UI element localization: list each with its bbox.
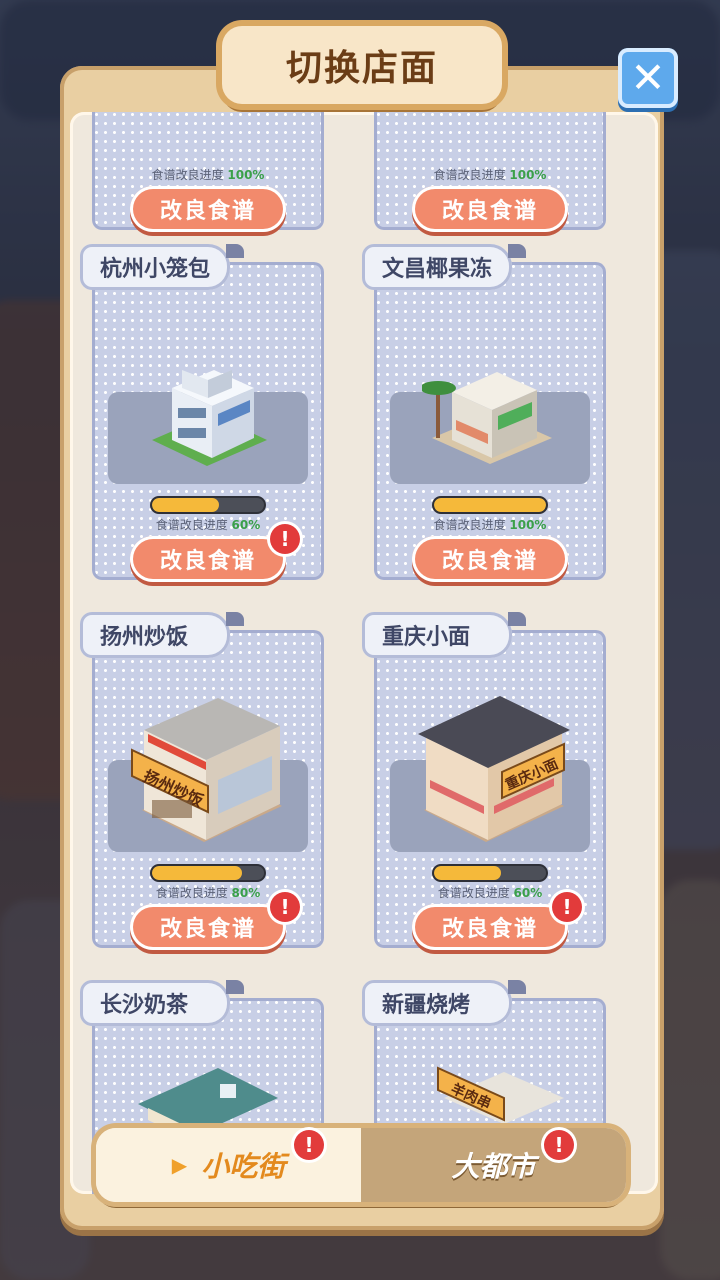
building-wenchang-image <box>422 372 552 464</box>
building-chongqing-image: 重庆小面 <box>418 696 570 842</box>
store-name: 文昌椰果冻 <box>362 244 527 290</box>
store-name: 重庆小面 <box>362 612 526 658</box>
dialog-title-plaque: 切换店面 <box>222 26 502 104</box>
progress-bar <box>434 866 546 880</box>
store-card: 食谱改良进度 100% 改良食谱 <box>92 112 324 232</box>
store-name: 杭州小笼包 <box>80 244 245 290</box>
store-card-chongqing[interactable]: 重庆小面 重庆小面 食谱改良进度 60% 改良食谱 ! <box>362 612 606 950</box>
store-card-wenchang[interactable]: 文昌椰果冻 食谱改良进度 100% 改良食谱 <box>362 244 606 582</box>
improve-recipe-button[interactable]: 改良食谱 <box>412 904 568 950</box>
store-card-yangzhou[interactable]: 扬州炒饭 扬州炒饭 食谱改良进度 80% 改良食谱 ! <box>80 612 324 950</box>
store-card-hangzhou[interactable]: 杭州小笼包 食谱改良进度 60% 改良食谱 ! <box>80 244 324 582</box>
store-name: 扬州炒饭 <box>80 612 244 658</box>
progress-bar <box>434 498 546 512</box>
alert-badge: ! <box>270 892 300 922</box>
store-name: 新疆烧烤 <box>362 980 526 1026</box>
play-arrow-icon: ▶ <box>171 1153 188 1177</box>
store-list[interactable]: 食谱改良进度 100% 改良食谱 食谱改良进度 100% 改良食谱 杭州小笼包 … <box>70 112 658 1194</box>
alert-badge: ! <box>294 1130 324 1160</box>
improve-recipe-button[interactable]: 改良食谱 <box>130 536 286 582</box>
progress-label: 食谱改良进度 100% <box>433 168 547 182</box>
progress-bar <box>152 498 264 512</box>
tab-metropolis[interactable]: 大都市 <box>361 1128 626 1202</box>
building-yangzhou-image: 扬州炒饭 <box>131 698 282 842</box>
improve-recipe-button[interactable]: 改良食谱 <box>130 186 286 232</box>
tab-label: 大都市 <box>451 1150 536 1183</box>
close-button[interactable]: ✕ <box>618 48 678 108</box>
improve-recipe-button[interactable]: 改良食谱 <box>412 536 568 582</box>
progress-label: 食谱改良进度 100% <box>433 518 547 532</box>
improve-recipe-button[interactable]: 改良食谱 <box>130 904 286 950</box>
progress-label: 食谱改良进度 100% <box>151 168 265 182</box>
close-icon: ✕ <box>630 53 666 102</box>
tab-label: 小吃街 <box>201 1150 286 1183</box>
dialog-title: 切换店面 <box>285 48 438 89</box>
improve-recipe-button[interactable]: 改良食谱 <box>412 186 568 232</box>
store-card: 食谱改良进度 100% 改良食谱 <box>374 112 606 232</box>
building-hangzhou-image <box>152 370 267 466</box>
alert-badge: ! <box>552 892 582 922</box>
store-name: 长沙奶茶 <box>80 980 244 1026</box>
alert-badge: ! <box>270 524 300 554</box>
progress-bar <box>152 866 264 880</box>
alert-badge: ! <box>544 1130 574 1160</box>
